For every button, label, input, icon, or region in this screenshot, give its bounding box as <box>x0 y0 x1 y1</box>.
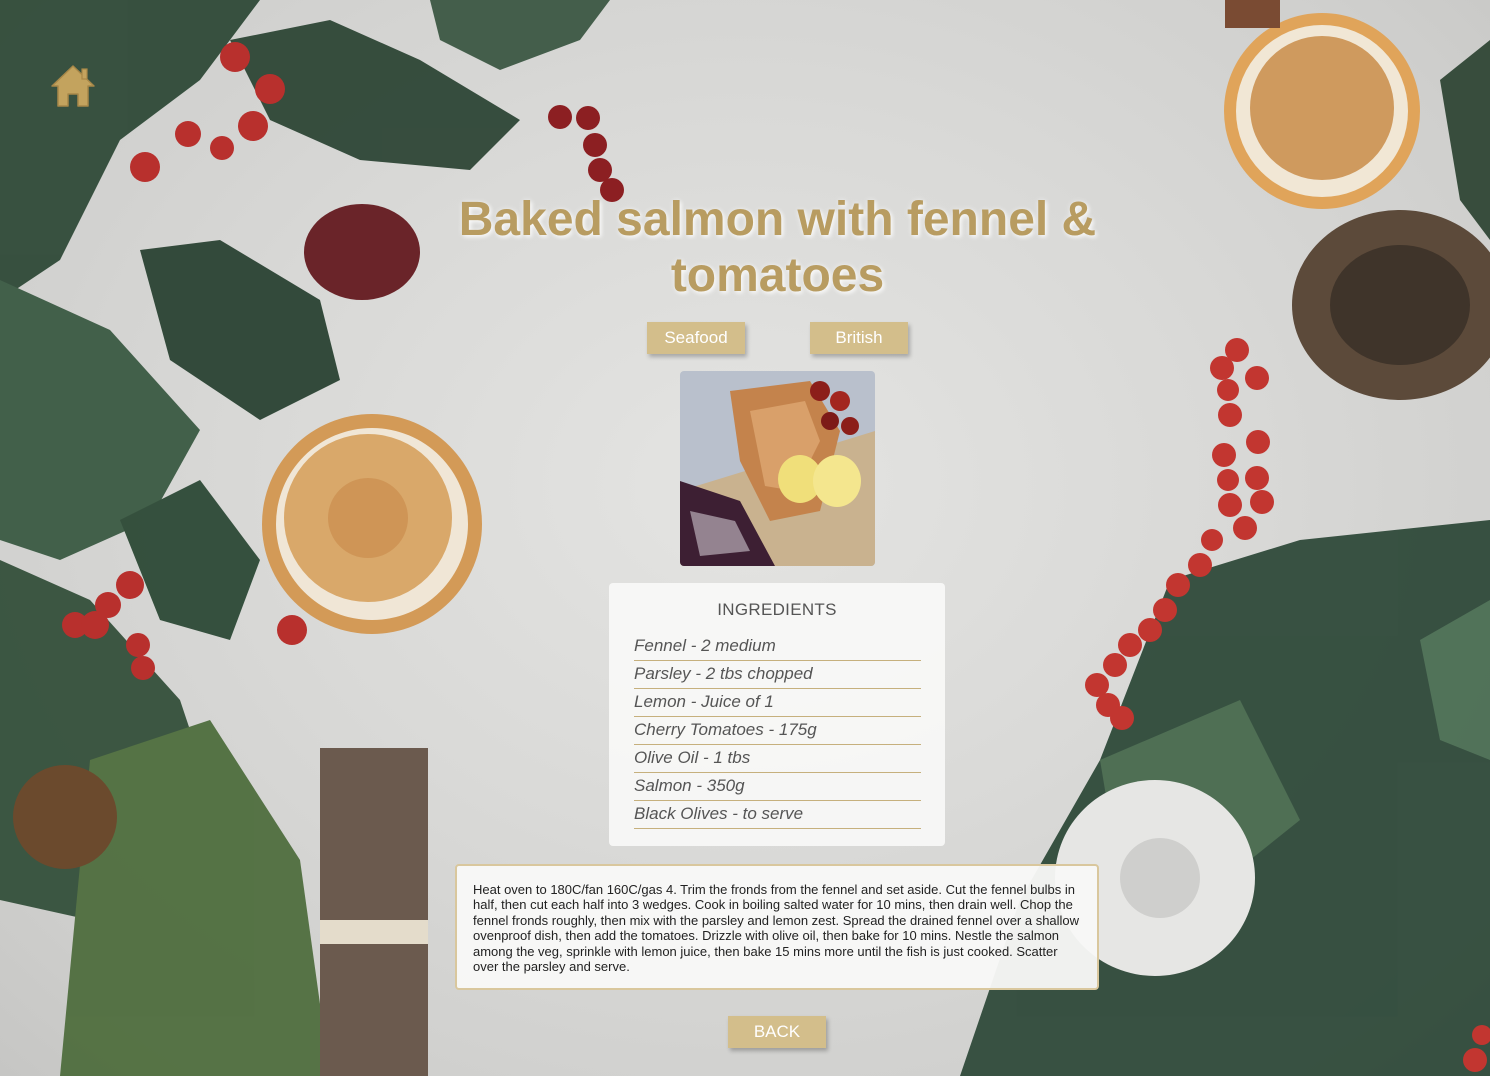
recipe-title: Baked salmon with fennel & tomatoes <box>458 193 1097 302</box>
ingredients-list: Fennel - 2 medium Parsley - 2 tbs choppe… <box>634 633 921 829</box>
list-item: Cherry Tomatoes - 175g <box>634 717 921 745</box>
home-icon <box>51 65 95 107</box>
method-text: Heat oven to 180C/fan 160C/gas 4. Trim t… <box>455 864 1099 990</box>
back-button[interactable]: BACK <box>728 1016 826 1048</box>
tag-british-button[interactable]: British <box>810 322 908 354</box>
list-item: Parsley - 2 tbs chopped <box>634 661 921 689</box>
ingredients-card: INGREDIENTS Fennel - 2 medium Parsley - … <box>609 583 945 846</box>
home-button[interactable] <box>50 64 96 108</box>
list-item: Olive Oil - 1 tbs <box>634 745 921 773</box>
ingredients-heading: INGREDIENTS <box>717 600 837 619</box>
tag-seafood-button[interactable]: Seafood <box>647 322 745 354</box>
list-item: Lemon - Juice of 1 <box>634 689 921 717</box>
list-item: Black Olives - to serve <box>634 801 921 829</box>
list-item: Salmon - 350g <box>634 773 921 801</box>
list-item: Fennel - 2 medium <box>634 633 921 661</box>
recipe-photo <box>680 371 875 566</box>
